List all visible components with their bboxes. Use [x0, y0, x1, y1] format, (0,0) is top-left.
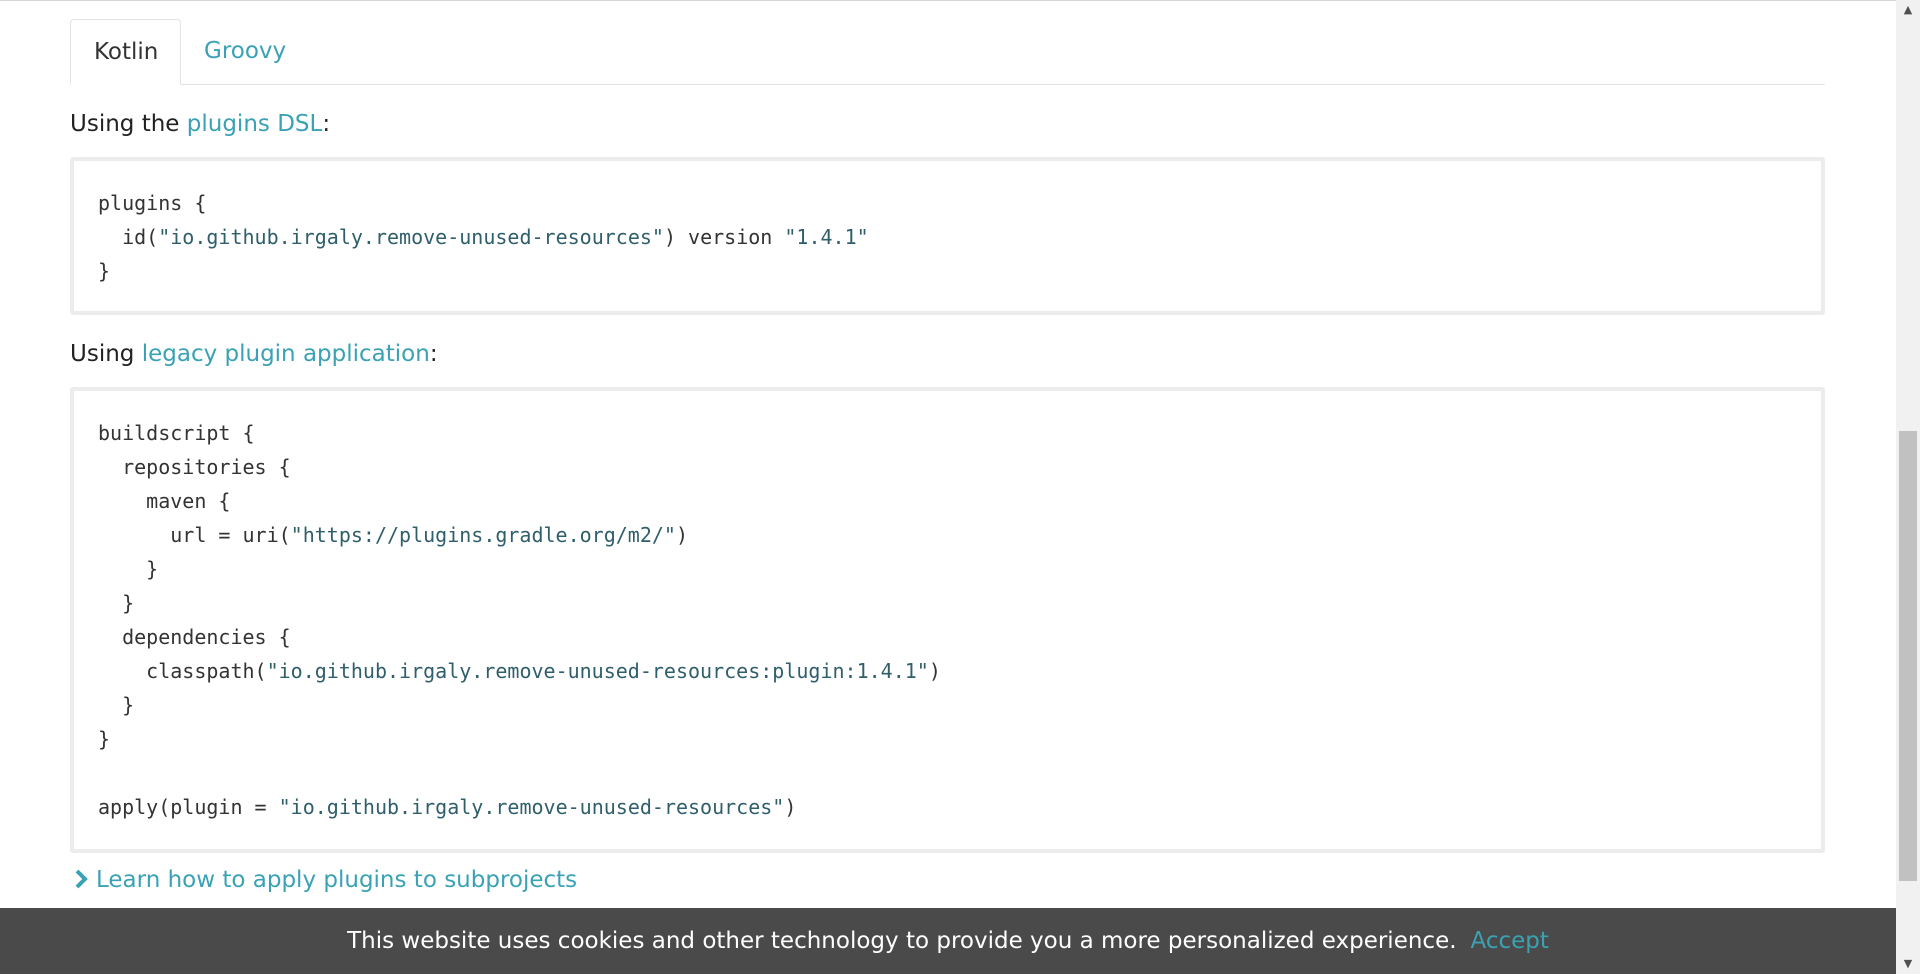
- learn-subprojects-label: Learn how to apply plugins to subproject…: [96, 867, 578, 893]
- cookie-accept-button[interactable]: Accept: [1471, 928, 1549, 954]
- vertical-scrollbar[interactable]: ▲ ▼: [1896, 0, 1920, 974]
- chevron-right-icon: [74, 867, 88, 893]
- legacy-plugin-link[interactable]: legacy plugin application: [142, 341, 430, 367]
- code-text: ): [928, 659, 941, 683]
- code-text: id(: [98, 225, 159, 249]
- code-text: plugins {: [98, 191, 207, 215]
- legacy-suffix: :: [429, 341, 438, 367]
- cookie-banner: This website uses cookies and other tech…: [0, 908, 1896, 974]
- tab-groovy[interactable]: Groovy: [181, 19, 309, 84]
- code-text: classpath(: [98, 659, 267, 683]
- legacy-plugin-code-block[interactable]: buildscript { repositories { maven { url…: [70, 387, 1825, 853]
- code-text: dependencies {: [98, 625, 291, 649]
- plugins-dsl-link[interactable]: plugins DSL: [187, 111, 323, 137]
- code-text: ): [784, 795, 797, 819]
- plugins-dsl-prefix: Using the: [70, 111, 187, 137]
- scrollbar-thumb[interactable]: [1899, 431, 1917, 881]
- code-line: repositories {: [98, 450, 1797, 484]
- code-text: ): [675, 523, 689, 547]
- plugins-dsl-code-block[interactable]: plugins { id("io.github.irgaly.remove-un…: [70, 157, 1825, 315]
- scroll-down-arrow-icon[interactable]: ▼: [1896, 954, 1920, 974]
- legacy-prefix: Using: [70, 341, 142, 367]
- legacy-plugin-heading: Using legacy plugin application:: [70, 341, 438, 367]
- tab-kotlin[interactable]: Kotlin: [70, 19, 181, 85]
- code-text: }: [98, 591, 135, 615]
- scroll-up-arrow-icon[interactable]: ▲: [1896, 0, 1920, 20]
- code-string: "https://plugins.gradle.org/m2/": [290, 523, 676, 547]
- code-line: buildscript {: [98, 416, 1797, 450]
- code-line: classpath("io.github.irgaly.remove-unuse…: [98, 654, 1797, 688]
- code-line: }: [98, 552, 1797, 586]
- code-line: dependencies {: [98, 620, 1797, 654]
- code-line: }: [98, 688, 1797, 722]
- code-line: maven {: [98, 484, 1797, 518]
- code-line: }: [98, 722, 1797, 756]
- code-line: plugins {: [98, 186, 1797, 220]
- code-text: maven {: [98, 489, 231, 513]
- page-viewport: Kotlin Groovy Using the plugins DSL: plu…: [0, 0, 1920, 974]
- code-text: }: [98, 727, 111, 751]
- learn-subprojects-link[interactable]: Learn how to apply plugins to subproject…: [74, 867, 577, 893]
- code-string: "io.github.irgaly.remove-unused-resource…: [278, 795, 785, 819]
- build-language-tabs: Kotlin Groovy: [70, 19, 1825, 85]
- code-text: }: [98, 557, 159, 581]
- code-string: "io.github.irgaly.remove-unused-resource…: [266, 659, 929, 683]
- code-text: apply(plugin =: [98, 795, 279, 819]
- code-string: "1.4.1": [784, 225, 869, 249]
- code-line: }: [98, 254, 1797, 288]
- cookie-message: This website uses cookies and other tech…: [347, 928, 1457, 954]
- plugins-dsl-heading: Using the plugins DSL:: [70, 111, 330, 137]
- code-text: }: [98, 693, 135, 717]
- code-text: ) version: [663, 225, 785, 249]
- top-divider: [0, 0, 1896, 1]
- code-line: }: [98, 586, 1797, 620]
- code-text: repositories {: [98, 455, 291, 479]
- code-line: apply(plugin = "io.github.irgaly.remove-…: [98, 790, 1797, 824]
- code-text: }: [98, 259, 111, 283]
- code-line: url = uri("https://plugins.gradle.org/m2…: [98, 518, 1797, 552]
- plugins-dsl-suffix: :: [322, 111, 331, 137]
- code-string: "io.github.irgaly.remove-unused-resource…: [158, 225, 664, 249]
- code-line: id("io.github.irgaly.remove-unused-resou…: [98, 220, 1797, 254]
- code-text: buildscript {: [98, 421, 255, 445]
- code-text: url = uri(: [98, 523, 291, 547]
